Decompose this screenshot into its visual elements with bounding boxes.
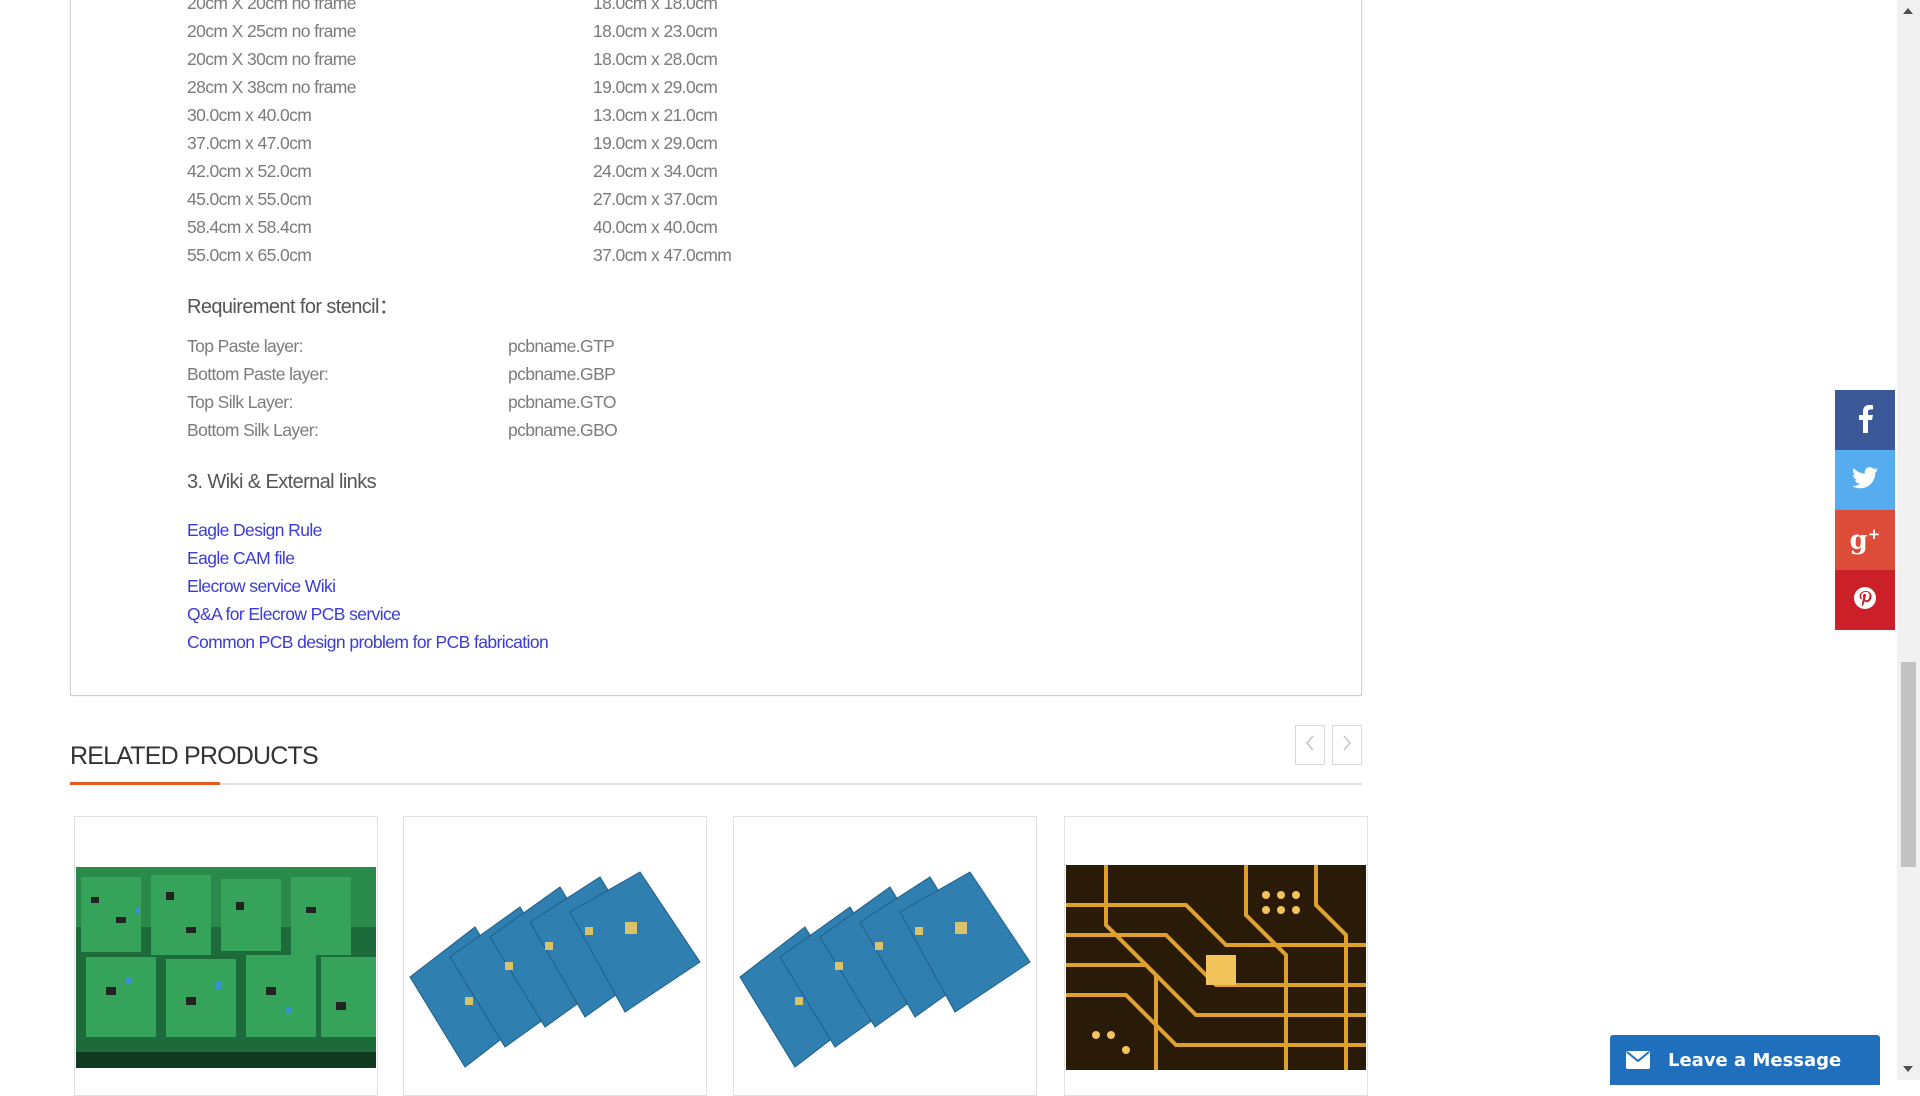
facebook-share-button[interactable]	[1835, 390, 1895, 450]
product-image-blue-pcb[interactable]	[735, 867, 1035, 1072]
stencil-size: 19.0cm x 29.0cm	[593, 133, 718, 153]
frame-size: 58.4cm x 58.4cm	[187, 217, 312, 237]
frame-size: 45.0cm x 55.0cm	[187, 189, 312, 209]
size-row: 20cm X 30cm no frame 18.0cm x 28.0cm	[187, 45, 718, 73]
stencil-size: 18.0cm x 28.0cm	[593, 49, 718, 69]
size-row: 20cm X 25cm no frame 18.0cm x 23.0cm	[187, 17, 718, 45]
google-plus-share-button[interactable]: g+	[1835, 510, 1895, 570]
pinterest-icon	[1853, 586, 1877, 615]
frame-size: 20cm X 30cm no frame	[187, 49, 357, 69]
twitter-share-button[interactable]	[1835, 450, 1895, 510]
size-row: 20cm X 20cm no frame 18.0cm x 18.0cm	[187, 0, 718, 17]
layer-name: Bottom Silk Layer:	[187, 420, 319, 440]
wiki-heading: 3. Wiki & External links	[187, 471, 377, 493]
layer-row: Bottom Paste layer: pcbname.GBP	[187, 360, 616, 388]
stencil-size: 40.0cm x 40.0cm	[593, 217, 718, 237]
section-divider	[70, 783, 1362, 785]
frame-size: 42.0cm x 52.0cm	[187, 161, 312, 181]
envelope-icon	[1626, 1051, 1650, 1069]
size-row: 30.0cm x 40.0cm 13.0cm x 21.0cm	[187, 101, 718, 129]
product-card[interactable]	[1064, 816, 1368, 1096]
frame-size: 28cm X 38cm no frame	[187, 77, 357, 97]
scroll-up-arrow-icon[interactable]	[1903, 8, 1913, 14]
stencil-size: 18.0cm x 18.0cm	[593, 0, 718, 13]
vertical-scrollbar[interactable]	[1897, 0, 1920, 1080]
chevron-left-icon	[1304, 732, 1316, 758]
product-card[interactable]	[403, 816, 707, 1096]
size-row: 55.0cm x 65.0cm 37.0cm x 47.0cmm	[187, 241, 732, 269]
product-card[interactable]	[74, 816, 378, 1096]
product-image-gold-circuit[interactable]	[1066, 865, 1366, 1070]
leave-message-label: Leave a Message	[1668, 1049, 1842, 1071]
link-common-pcb-problems[interactable]: Common PCB design problem for PCB fabric…	[187, 632, 549, 653]
title-accent-bar	[70, 782, 220, 785]
product-image-pcb-assembly[interactable]	[76, 867, 376, 1068]
layer-row: Top Silk Layer: pcbname.GTO	[187, 388, 616, 416]
layer-file: pcbname.GTO	[508, 392, 616, 412]
size-row: 58.4cm x 58.4cm 40.0cm x 40.0cm	[187, 213, 718, 241]
layer-name: Top Paste layer:	[187, 336, 303, 356]
product-card[interactable]	[733, 816, 1037, 1096]
frame-size: 55.0cm x 65.0cm	[187, 245, 312, 265]
frame-size: 37.0cm x 47.0cm	[187, 133, 312, 153]
chevron-right-icon	[1341, 732, 1353, 758]
layer-file: pcbname.GBO	[508, 420, 618, 440]
layer-row: Bottom Silk Layer: pcbname.GBO	[187, 416, 618, 444]
stencil-size: 24.0cm x 34.0cm	[593, 161, 718, 181]
layer-name: Bottom Paste layer:	[187, 364, 329, 384]
product-description-box: 20cm X 20cm no frame 18.0cm x 18.0cm 20c…	[70, 0, 1362, 696]
carousel-prev-button[interactable]	[1295, 725, 1325, 765]
link-eagle-cam-file[interactable]: Eagle CAM file	[187, 548, 295, 569]
stencil-size: 27.0cm x 37.0cm	[593, 189, 718, 209]
frame-size: 20cm X 20cm no frame	[187, 0, 357, 13]
size-row: 37.0cm x 47.0cm 19.0cm x 29.0cm	[187, 129, 718, 157]
frame-size: 20cm X 25cm no frame	[187, 21, 357, 41]
stencil-size: 37.0cm x 47.0cmm	[593, 245, 732, 265]
leave-message-button[interactable]: Leave a Message	[1610, 1035, 1880, 1085]
scrollbar-thumb[interactable]	[1901, 662, 1916, 867]
facebook-icon	[1855, 403, 1875, 438]
layer-file: pcbname.GBP	[508, 364, 616, 384]
link-qa-elecrow-pcb[interactable]: Q&A for Elecrow PCB service	[187, 604, 401, 625]
layer-file: pcbname.GTP	[508, 336, 615, 356]
product-image-blue-pcb[interactable]	[405, 867, 705, 1072]
google-plus-icon: g+	[1849, 524, 1881, 556]
layer-row: Top Paste layer: pcbname.GTP	[187, 332, 615, 360]
stencil-size: 13.0cm x 21.0cm	[593, 105, 718, 125]
frame-size: 30.0cm x 40.0cm	[187, 105, 312, 125]
stencil-size: 18.0cm x 23.0cm	[593, 21, 718, 41]
size-row: 28cm X 38cm no frame 19.0cm x 29.0cm	[187, 73, 718, 101]
stencil-size: 19.0cm x 29.0cm	[593, 77, 718, 97]
link-elecrow-service-wiki[interactable]: Elecrow service Wiki	[187, 576, 336, 597]
related-products-title: RELATED PRODUCTS	[70, 742, 319, 770]
size-row: 45.0cm x 55.0cm 27.0cm x 37.0cm	[187, 185, 718, 213]
layer-name: Top Silk Layer:	[187, 392, 293, 412]
stencil-requirement-heading: Requirement for stencil：	[187, 296, 399, 318]
link-eagle-design-rule[interactable]: Eagle Design Rule	[187, 520, 322, 541]
carousel-next-button[interactable]	[1332, 725, 1362, 765]
pinterest-share-button[interactable]	[1835, 570, 1895, 630]
size-row: 42.0cm x 52.0cm 24.0cm x 34.0cm	[187, 157, 718, 185]
scroll-down-arrow-icon[interactable]	[1903, 1066, 1913, 1072]
twitter-icon	[1852, 466, 1878, 494]
